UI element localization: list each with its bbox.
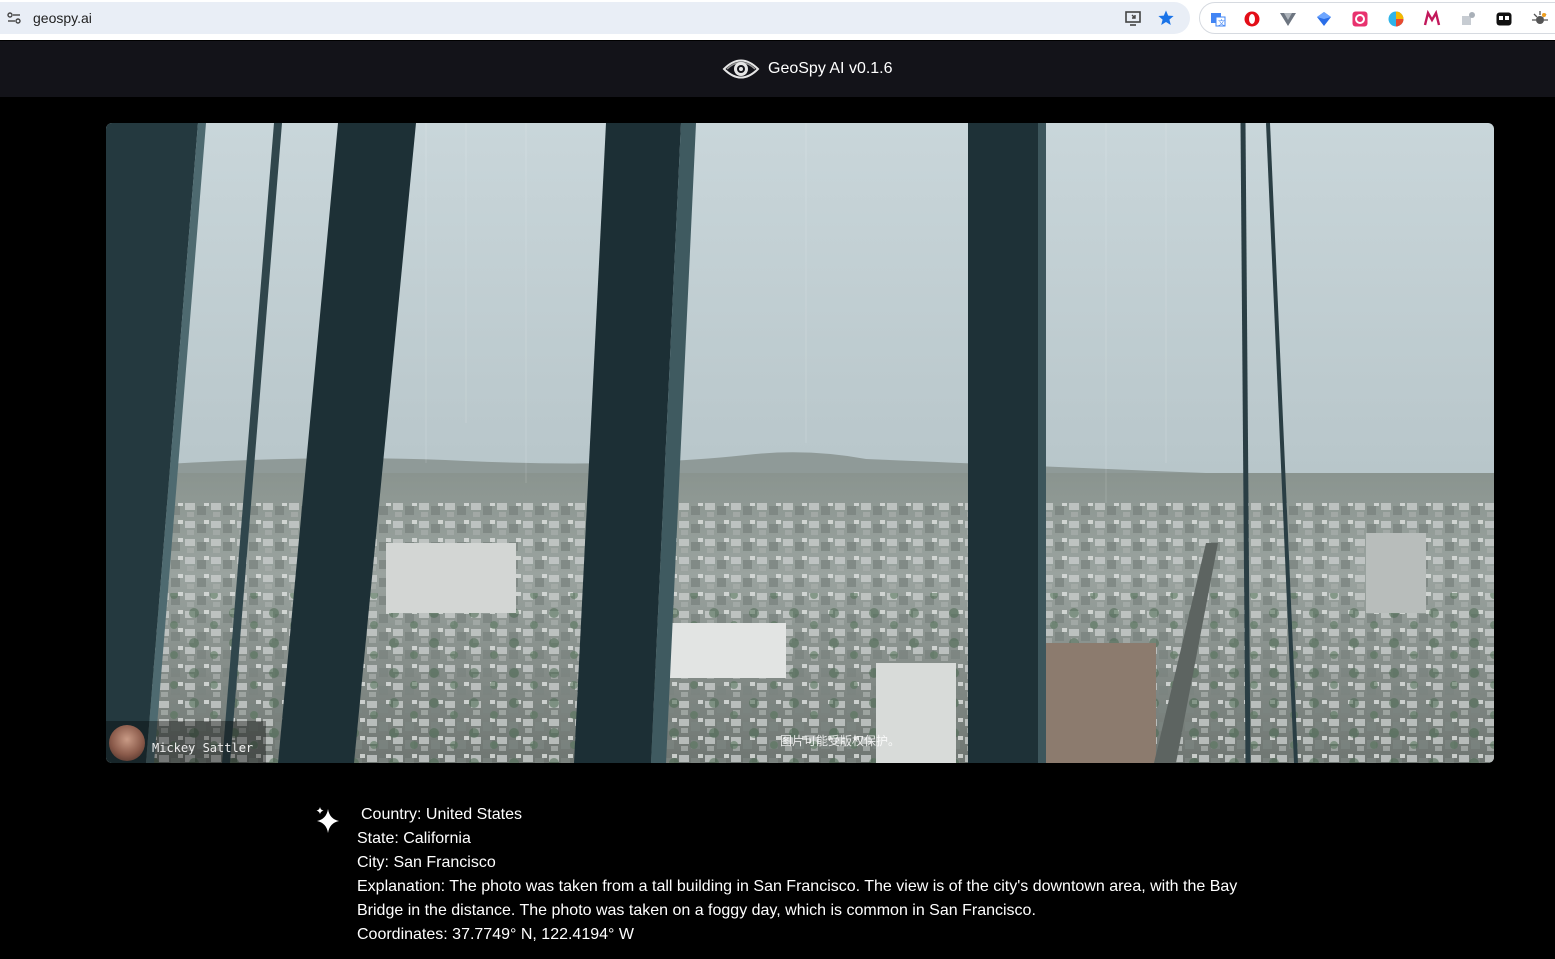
app-title: GeoSpy AI v0.1.6 <box>768 60 893 77</box>
extensions-bar: 文 <box>1199 2 1555 34</box>
result-city: City: San Francisco <box>357 854 496 871</box>
city-view-image <box>106 123 1494 763</box>
ext-pink-icon[interactable] <box>1351 10 1369 28</box>
opera-icon[interactable] <box>1243 10 1261 28</box>
eye-logo-icon <box>722 59 760 79</box>
ext-blue-icon[interactable] <box>1315 10 1333 28</box>
app-header: GeoSpy AI v0.1.6 <box>0 41 1555 97</box>
bookmark-star-icon[interactable] <box>1157 9 1175 27</box>
install-app-icon[interactable] <box>1124 9 1142 27</box>
translate-icon[interactable]: 文 <box>1209 10 1227 28</box>
ext-dark-icon[interactable] <box>1495 10 1513 28</box>
copyright-watermark: 图片可能受版权保护。 <box>780 734 901 748</box>
vue-devtools-icon[interactable] <box>1279 10 1297 28</box>
result-state: State: California <box>357 830 471 847</box>
result-coordinates: Coordinates: 37.7749° N, 122.4194° W <box>357 926 634 943</box>
address-bar[interactable]: geospy.ai <box>0 2 1190 34</box>
site-info-icon[interactable] <box>6 10 22 26</box>
geolocation-result: Country: United States State: California… <box>357 803 1277 947</box>
ext-bug-icon[interactable] <box>1531 10 1549 28</box>
credit-name: Mickey Sattler <box>152 741 254 755</box>
svg-text:文: 文 <box>1218 18 1225 27</box>
ext-m-icon[interactable] <box>1423 10 1441 28</box>
ext-puzzle-gray-icon[interactable] <box>1459 10 1477 28</box>
photo-credit: Mickey Sattler <box>106 721 266 763</box>
result-explanation: Explanation: The photo was taken from a … <box>357 878 1238 919</box>
ext-colorful-icon[interactable] <box>1387 10 1405 28</box>
uploaded-photo: Mickey Sattler 图片可能受版权保护。 <box>106 123 1494 763</box>
result-country: Country: United States <box>361 806 522 823</box>
url-text[interactable]: geospy.ai <box>33 10 92 26</box>
credit-avatar <box>109 725 145 761</box>
browser-toolbar: geospy.ai 文 <box>0 0 1555 40</box>
sparkle-icon <box>316 807 339 833</box>
